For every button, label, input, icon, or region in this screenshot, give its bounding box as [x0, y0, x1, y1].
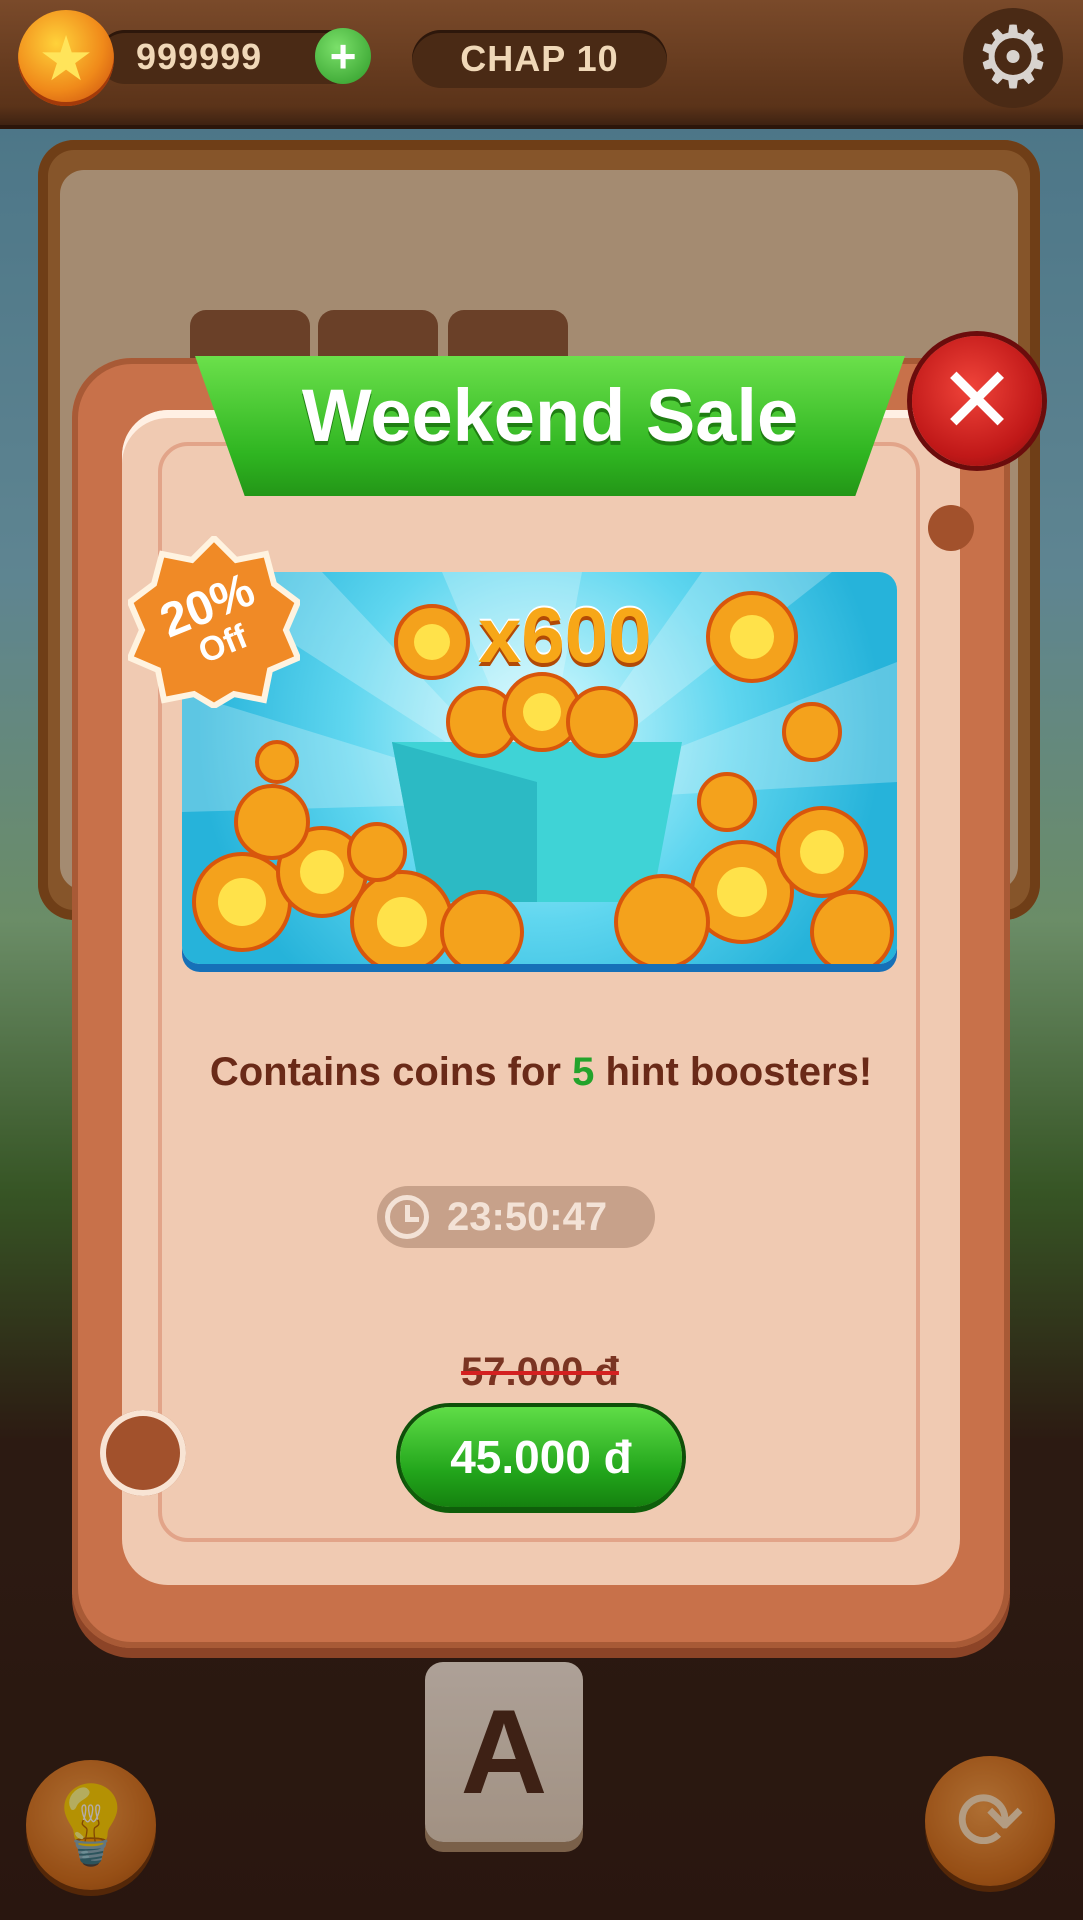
hint-count: 5	[572, 1050, 595, 1094]
popup-title: Weekend Sale	[301, 373, 799, 457]
clock-icon	[385, 1195, 429, 1239]
timer-value: 23:50:47	[447, 1194, 608, 1239]
gear-icon[interactable]: ⚙	[963, 8, 1063, 108]
ticket-notch	[928, 505, 974, 551]
offer-description: Contains coins for 5 hint boosters!	[122, 1050, 960, 1095]
add-coins-button[interactable]: +	[315, 28, 371, 84]
chapter-label: CHAP 10	[412, 30, 667, 88]
close-icon[interactable]: ✕	[912, 336, 1042, 466]
star-coin-icon: ★	[18, 10, 114, 106]
description-after: hint boosters!	[594, 1050, 873, 1094]
coin-balance: 999999	[136, 36, 263, 77]
ticket-notch	[100, 1410, 186, 1496]
buy-button[interactable]: 45.000 đ	[400, 1407, 682, 1507]
countdown-timer: 23:50:47	[377, 1186, 655, 1248]
star-icon: ★	[38, 24, 94, 94]
original-price: 57.000 đ	[461, 1350, 619, 1394]
description-before: Contains coins for	[209, 1050, 573, 1094]
bundle-quantity: x600	[478, 591, 652, 679]
